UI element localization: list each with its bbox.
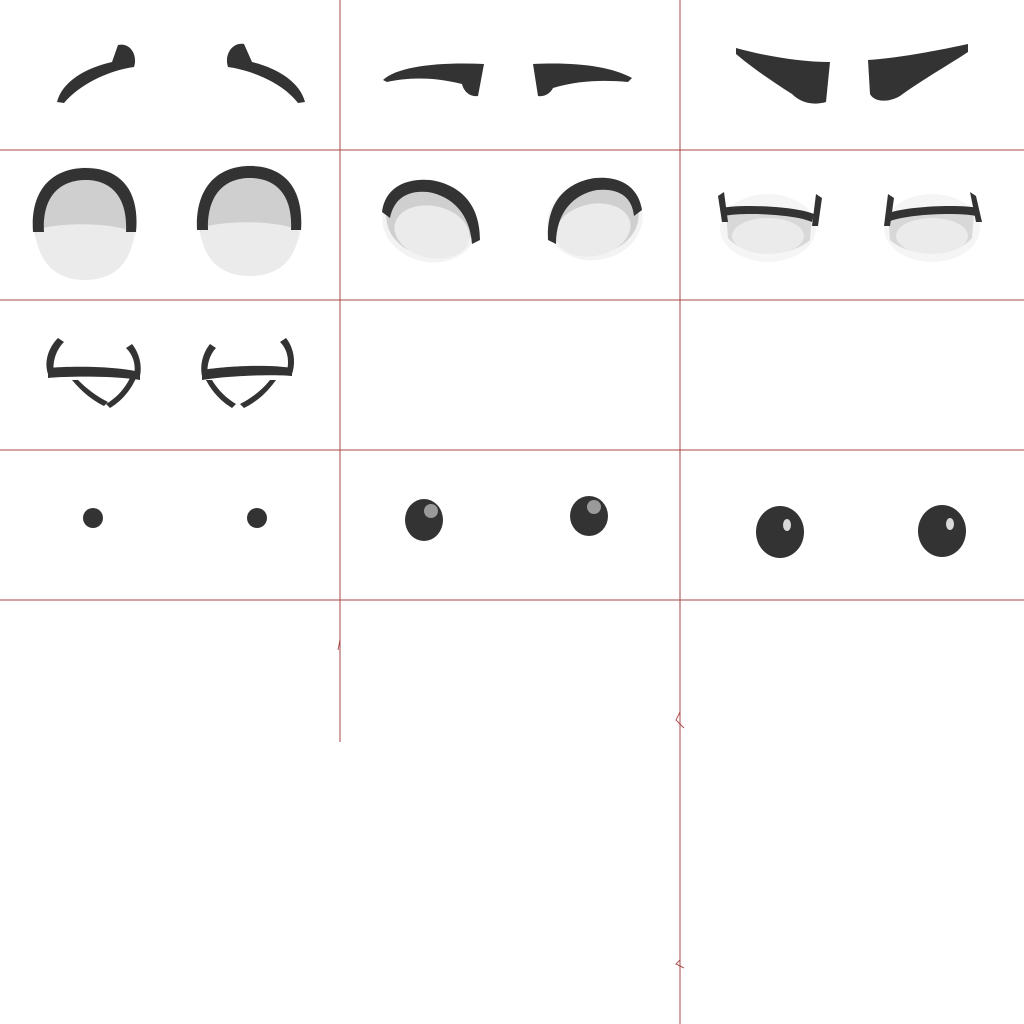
eyebrows-raised-arched bbox=[57, 43, 305, 103]
eyebrows-flat-neutral bbox=[383, 63, 632, 97]
pupils-medium-highlight bbox=[405, 496, 608, 541]
sprite-sheet bbox=[0, 0, 1024, 1024]
eye-sockets-half-closed bbox=[718, 192, 982, 262]
pupil-left bbox=[756, 506, 804, 558]
sprite-sheet-canvas bbox=[0, 0, 1024, 1024]
eye-socket-right bbox=[884, 192, 982, 262]
eye-socket-right bbox=[547, 177, 643, 261]
pupils-large-highlight bbox=[756, 505, 966, 558]
eyebrows-angry-slanted bbox=[736, 44, 968, 104]
grid-lines bbox=[0, 0, 1024, 1024]
eye-socket-right bbox=[196, 165, 302, 276]
eye-socket-left bbox=[46, 338, 141, 408]
eye-sockets-wide-open bbox=[32, 165, 302, 280]
pupils-small-dot bbox=[83, 508, 267, 528]
pupil-right bbox=[247, 508, 267, 528]
pupil-right bbox=[918, 505, 966, 557]
eyebrow-right bbox=[226, 43, 305, 103]
pupil-right bbox=[570, 496, 608, 536]
pupil-left bbox=[405, 499, 443, 541]
eyebrow-left bbox=[736, 48, 830, 104]
eye-socket-left bbox=[32, 167, 137, 280]
eyebrow-left bbox=[57, 44, 136, 103]
eyebrow-right bbox=[533, 63, 632, 97]
eye-sockets-tilted-open bbox=[382, 177, 643, 263]
pupil-left bbox=[83, 508, 103, 528]
eye-socket-left bbox=[382, 179, 480, 263]
eye-socket-right bbox=[201, 338, 294, 408]
stray-marks bbox=[337, 639, 685, 969]
eye-socket-left bbox=[718, 192, 822, 262]
eyebrow-left bbox=[383, 63, 484, 97]
eye-sockets-closed bbox=[46, 338, 294, 408]
eyebrow-right bbox=[868, 44, 968, 101]
